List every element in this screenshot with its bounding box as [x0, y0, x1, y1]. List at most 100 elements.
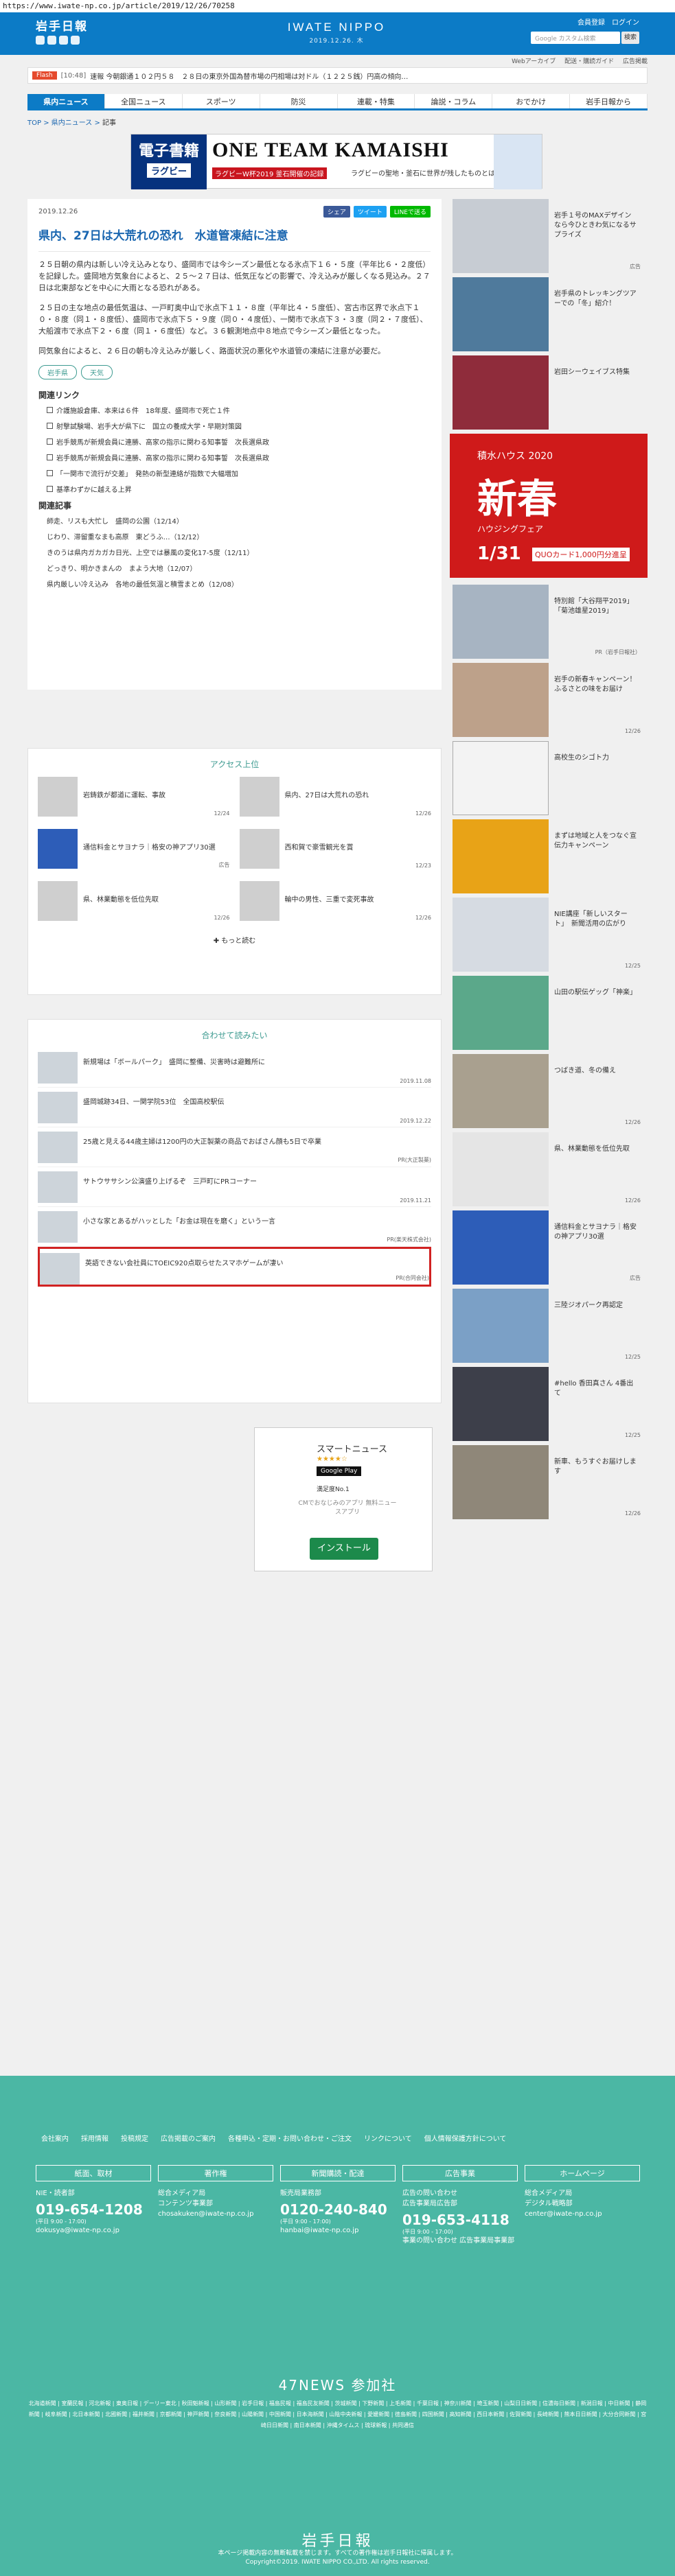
rank-item[interactable]: 通信料金とサヨナラ｜格安の神アプリ30選 広告 [38, 829, 230, 871]
twitter-share-button[interactable]: ツイート [353, 206, 387, 218]
rank-item[interactable]: 岩鋳鉄が都道に運転、事故 12/24 [38, 777, 230, 819]
rating: ★★★★☆ [317, 1455, 347, 1463]
sidebar-item[interactable]: 岩田シーウェイブス特集 [450, 355, 648, 430]
sidebar-item[interactable]: まずは地域と人をつなぐ宣伝力キャンペーン [450, 819, 648, 893]
sidebar-item[interactable]: 通信料金とサヨナラ｜格安の神アプリ30選 広告 [450, 1210, 648, 1285]
article: 2019.12.26 シェア ツイート LINEで送る 県内、27日は大荒れの恐… [27, 199, 442, 690]
nav-item[interactable]: 連載・特集 [337, 94, 415, 108]
rank-item[interactable]: 県、林業動態を低位先取 12/26 [38, 881, 230, 924]
sns-icons [36, 36, 80, 45]
related-article-item[interactable]: 県内厳しい冷え込み 各地の最低気温と積雪まとめ（12/08） [47, 578, 431, 589]
sidebar-item[interactable]: 岩手県のトレッキングツアーでの「冬」紹介！ [450, 277, 648, 351]
brand[interactable]: IWATE NIPPO 2019.12.26. 木 [282, 21, 391, 45]
crumb-section[interactable]: 県内ニュース [52, 119, 93, 127]
smartnews-title: スマートニュース [317, 1444, 387, 1455]
sidebar-item[interactable]: 三陸ジオパーク再認定 12/25 [450, 1289, 648, 1363]
sidebar-item[interactable]: 山田の駅伝ゲッグ「神楽」 [450, 976, 648, 1050]
sidebar-item[interactable]: 岩手１号のMAXデザインなら今ひときわ気になるサプライズ 広告 [450, 199, 648, 273]
list-item[interactable]: サトウササシン公演盛り上げるぞ 三戸町にPRコーナー 2019.11.21 [38, 1167, 431, 1207]
sekisui-ad[interactable]: 積水ハウス 2020 新春 ハウジングフェア 1/31 QUOカード1,000円… [450, 434, 648, 578]
related-articles: 師走、リスも大忙し 盛岡の公園（12/14） じわり、滞留重なまも高原 東どうふ… [38, 515, 431, 589]
footer-link[interactable]: 広告掲載のご案内 [161, 2133, 216, 2143]
smartnews-sub: 満足度No.1 [317, 1486, 350, 1493]
more-button[interactable]: ✚ もっと読む [28, 935, 441, 945]
nav-item[interactable]: 岩手日報から [570, 94, 648, 108]
twitter-icon[interactable] [36, 36, 45, 45]
nav-item[interactable]: スポーツ [182, 94, 260, 108]
47news-publishers[interactable]: 北海道新聞 | 室蘭民報 | 河北新報 | 東奥日報 | デーリー東北 | 秋田… [27, 2398, 648, 2431]
footer-link[interactable]: 採用情報 [81, 2133, 108, 2143]
sidebar-item[interactable]: 岩手の新春キャンペーン！ふるさとの味をお届け 12/26 [450, 663, 648, 737]
footer-link[interactable]: 個人情報保護方針について [424, 2133, 507, 2143]
footer-logo: 岩手日報 [301, 2533, 374, 2550]
related-article-item[interactable]: じわり、滞留重なまも高原 東どうふ…（12/12） [47, 531, 431, 541]
related-link-item[interactable]: 岩手競馬が新規会員に連勝、高家の指示に関わる知事誓 次長選県政 [47, 452, 431, 462]
sub-link[interactable]: Webアーカイブ [512, 58, 556, 65]
tag-link[interactable]: 天気 [81, 365, 113, 379]
related-links: 介護施設倉庫、本来は６件 18年度、盛岡市で死亡１件 射撃試験場、岩手大が県下に… [38, 405, 431, 494]
related-link-item[interactable]: 介護施設倉庫、本来は６件 18年度、盛岡市で死亡１件 [47, 405, 431, 415]
ebook-banner[interactable]: 電子書籍 ラグビー ONE TEAM KAMAISHI ラグビーW杯2019 釜… [130, 134, 542, 189]
copyright: 本ページ掲載内容の無断転載を禁じます。すべての著作権は岩手日報社に帰属します。 … [218, 2550, 457, 2566]
signup-link[interactable]: 会員登録 [577, 16, 605, 27]
sidebar-item[interactable]: 高校生のシゴト力 [450, 741, 648, 815]
related-link-item[interactable]: 「一関市で流行が交差」 発熱の新型連絡が指数で大幅増加 [47, 468, 431, 478]
line-share-button[interactable]: LINEで送る [389, 206, 431, 218]
nav-item[interactable]: 全国ニュース [104, 94, 183, 108]
nav-item[interactable]: おでかけ [492, 94, 571, 108]
list-item[interactable]: 小さな家とあるがハッとした「お金は現在を磨く」という一言 PR(楽天株式会社) [38, 1207, 431, 1247]
thumbnail [453, 1289, 549, 1363]
article-paragraph: 同気象台によると、２６日の朝も冷え込みが厳しく、路面状況の悪化や水道管の凍結に注… [38, 347, 385, 355]
sidebar-item[interactable]: つばき道、冬の備え 12/26 [450, 1054, 648, 1128]
thumbnail [40, 1253, 80, 1285]
plus-icon: ✚ [213, 937, 222, 945]
article-paragraph: ２５日朝の県内は新しい冷え込みとなり、盛岡市では今シーズン最低となる氷点下１６・… [38, 260, 431, 292]
sub-link[interactable]: 広告掲載 [623, 58, 648, 65]
facebook-icon[interactable] [47, 36, 56, 45]
related-link-item[interactable]: 岩手競馬が新規会員に連勝、高家の指示に関わる知事誓 次長選県政 [47, 436, 431, 447]
sidebar-item[interactable]: 特別館「大谷翔平2019」「菊池雄星2019」 PR（岩手日報社） [450, 585, 648, 659]
footer-link[interactable]: 会社案内 [41, 2133, 69, 2143]
search-input[interactable]: Google カスタム検索 [531, 32, 620, 44]
search-button[interactable]: 検索 [621, 32, 639, 44]
tag-link[interactable]: 岩手県 [38, 365, 77, 379]
site-logo[interactable]: 岩手日報 [36, 16, 88, 34]
thumbnail [239, 777, 279, 817]
rank-item[interactable]: 県内、27日は大荒れの恐れ 12/26 [239, 777, 431, 819]
smartnews-ad[interactable]: スマートニュース ★★★★☆ Google Play 満足度No.1 CMでおな… [254, 1427, 433, 1571]
sidebar-item[interactable]: 新車、もうすぐお届けします 12/26 [450, 1445, 648, 1519]
rank-item[interactable]: 輪中の男性、三重で変死事故 12/26 [239, 881, 431, 924]
list-item[interactable]: 25歳と見える44歳主婦は1200円の大正製薬の商品でおばさん顔も5日で卒業 PR… [38, 1127, 431, 1167]
footer-link[interactable]: リンクについて [364, 2133, 412, 2143]
install-button[interactable]: インストール [310, 1538, 378, 1560]
crumb-top[interactable]: TOP [27, 119, 41, 127]
related-article-item[interactable]: 師走、リスも大忙し 盛岡の公園（12/14） [47, 515, 431, 526]
related-articles-title: 関連記事 [38, 501, 72, 511]
related-link-item[interactable]: 射撃試験場、岩手大が県下に 国立の養成大学・早期対策図 [47, 421, 431, 431]
sidebar-item[interactable]: NIE講座「新しいスタート」 新聞活用の広がり 12/25 [450, 898, 648, 972]
rank-item[interactable]: 西和賀で豪雪観光を賞 12/23 [239, 829, 431, 871]
list-item-highlighted[interactable]: 英語できない会社員にTOEIC920点取らせたスマホゲームが凄い PR(合同会社) [38, 1247, 431, 1287]
contact-col: 紙面、取材 NIE・読者部 019-654-1208 (平日 9:00 - 17:00… [36, 2165, 151, 2246]
nav-item[interactable]: 論説・コラム [415, 94, 493, 108]
list-item[interactable]: 新規場は「ボールパーク」 盛岡に整備、災害時は避難所に 2019.11.08 [38, 1048, 431, 1088]
login-link[interactable]: ログイン [612, 16, 639, 27]
facebook-share-button[interactable]: シェア [323, 206, 350, 218]
line-icon[interactable] [59, 36, 68, 45]
sub-link[interactable]: 配送・購読ガイド [564, 58, 614, 65]
sidebar-item[interactable]: #hello 香田真さん 4番出て 12/25 [450, 1367, 648, 1441]
nav-item[interactable]: 県内ニュース [27, 94, 105, 108]
instagram-icon[interactable] [71, 36, 80, 45]
flash-text: 速報 今朝銀通１０２円５８ ２８日の東京外国為替市場の円相場は対ドル（１２２５銭… [90, 73, 409, 81]
thumbnail [38, 829, 78, 869]
tags: 岩手県 天気 [38, 365, 431, 379]
sidebar-item[interactable]: 県、林業動態を低位先取 12/26 [450, 1132, 648, 1206]
footer-link[interactable]: 投稿規定 [121, 2133, 148, 2143]
flash-ticker[interactable]: Flash [10:48] 速報 今朝銀通１０２円５８ ２８日の東京外国為替市場… [27, 67, 648, 84]
related-article-item[interactable]: どっきり、明かきまんの まよう大地（12/07） [47, 563, 431, 573]
list-item[interactable]: 盛岡城跡34日、一関学院53位 全国高校駅伝 2019.12.22 [38, 1088, 431, 1127]
related-link-item[interactable]: 基準わずかに越える上昇 [47, 484, 431, 494]
nav-item[interactable]: 防災 [260, 94, 338, 108]
related-article-item[interactable]: きのうは県内ガカガカ日光、上空では暴風の変化17-5度（12/11） [47, 547, 431, 557]
footer-link[interactable]: 各種申込・定期・お問い合わせ・ご注文 [228, 2133, 352, 2143]
